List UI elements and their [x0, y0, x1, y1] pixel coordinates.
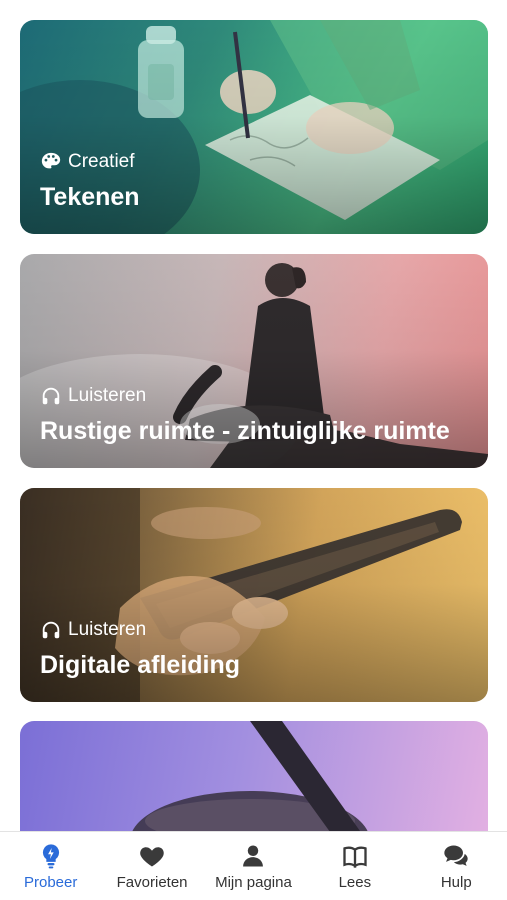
card-category: Luisteren — [40, 619, 468, 641]
activity-card-digitale-afleiding[interactable]: Luisteren Digitale afleiding — [20, 488, 488, 702]
card-category-label: Creatief — [68, 151, 135, 172]
card-category: Luisteren — [40, 385, 468, 407]
tab-probeer[interactable]: Probeer — [0, 832, 101, 891]
card-image-singing-bowl — [131, 721, 369, 832]
card-meta: Luisteren Digitale afleiding — [40, 619, 468, 682]
card-title: Rustige ruimte - zintuiglijke ruimte — [40, 417, 450, 445]
card-meta: Creatief Tekenen — [40, 151, 468, 214]
chat-bubbles-icon — [442, 842, 470, 870]
card-title: Digitale afleiding — [40, 651, 241, 679]
tab-mijn-pagina[interactable]: Mijn pagina — [203, 832, 304, 891]
tab-label: Probeer — [24, 874, 78, 891]
palette-icon — [40, 151, 62, 173]
card-category: Creatief — [40, 151, 468, 173]
book-icon — [341, 842, 369, 870]
headphones-icon — [40, 619, 62, 641]
activity-feed[interactable]: Creatief Tekenen Luisteren Rustige ruimt… — [0, 0, 507, 832]
headphones-icon — [40, 385, 62, 407]
card-meta: Luisteren Rustige ruimte - zintuiglijke … — [40, 385, 468, 448]
activity-card-rustige-ruimte[interactable]: Luisteren Rustige ruimte - zintuiglijke … — [20, 254, 488, 468]
card-title: Tekenen — [40, 183, 140, 211]
tab-lees[interactable]: Lees — [304, 832, 405, 891]
tab-label: Favorieten — [116, 874, 188, 891]
card-category-label: Luisteren — [68, 619, 147, 640]
activity-card-singing-bowl[interactable] — [20, 721, 488, 832]
tab-label: Hulp — [440, 874, 472, 891]
card-category-label: Luisteren — [68, 385, 147, 406]
person-icon — [239, 842, 267, 870]
tab-hulp[interactable]: Hulp — [406, 832, 507, 891]
heart-icon — [138, 842, 166, 870]
tab-label: Mijn pagina — [215, 874, 292, 891]
tab-favorieten[interactable]: Favorieten — [102, 832, 203, 891]
activity-card-tekenen[interactable]: Creatief Tekenen — [20, 20, 488, 234]
tab-label: Lees — [338, 874, 372, 891]
bottom-tab-bar: Probeer Favorieten Mijn pagina Lees Hulp — [0, 831, 507, 900]
lightbulb-bolt-icon — [37, 842, 65, 870]
